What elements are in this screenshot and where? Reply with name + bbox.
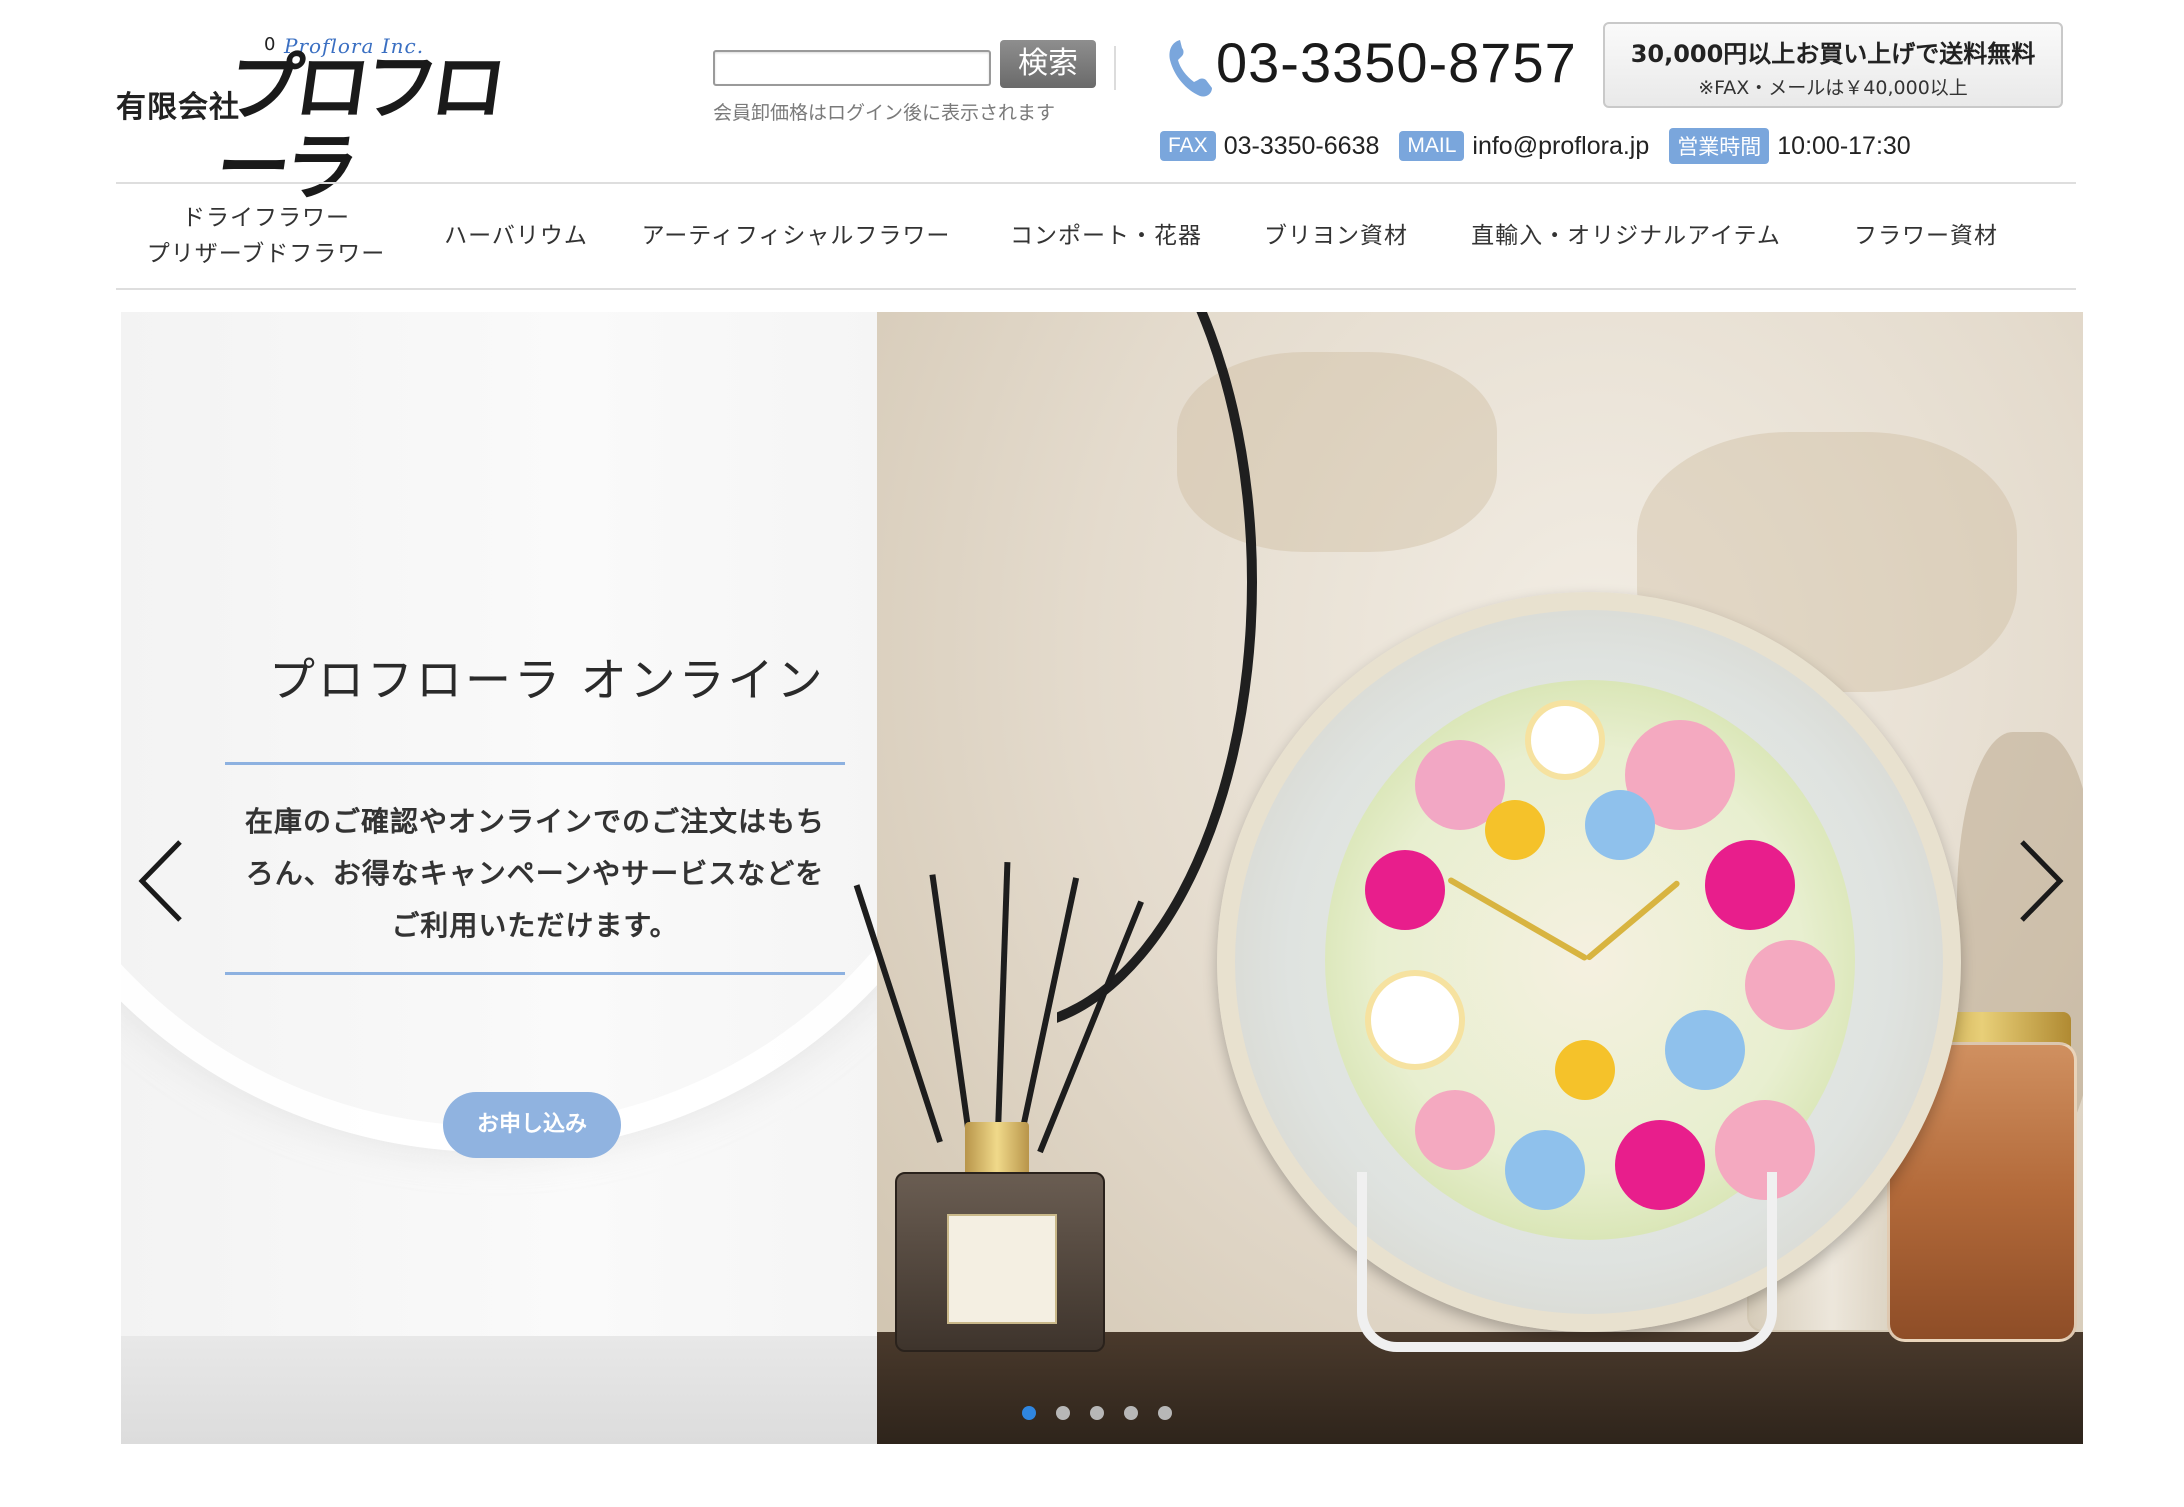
reed-diffuser xyxy=(895,1172,1105,1352)
mail-address[interactable]: info@proflora.jp xyxy=(1472,132,1649,161)
chevron-left-icon[interactable] xyxy=(134,836,194,926)
search-input[interactable] xyxy=(713,50,991,86)
fax-number: 03-3350-6638 xyxy=(1223,131,1380,160)
flower-bloom xyxy=(1555,1040,1615,1100)
nav-item-compote-vase[interactable]: コンポート・花器 xyxy=(976,184,1236,288)
nav-item-herbarium[interactable]: ハーバリウム xyxy=(416,184,616,288)
flower-bloom xyxy=(1415,1090,1495,1170)
hero-photo xyxy=(853,312,2083,1444)
site-header: 有限会社 0 Proflora Inc. プロフローラ 検索 会員卸価格はログイ… xyxy=(0,0,2184,211)
free-shipping-main: 30,000円以上お買い上げで送料無料 xyxy=(1630,40,2036,68)
hero-description-line: ご利用いただけます。 xyxy=(391,909,679,942)
nav-item-label: ハーバリウム xyxy=(444,223,588,249)
hero-description-line: ろん、お得なキャンペーンやサービスなどを xyxy=(245,857,825,890)
nav-item-label: プリザーブドフラワー xyxy=(146,241,386,267)
free-shipping-notice: 30,000円以上お買い上げで送料無料 ※FAX・メールは￥40,000以上 xyxy=(1603,22,2063,108)
nav-item-dried-preserved[interactable]: ドライフラワー プリザーブドフラワー xyxy=(116,184,416,288)
hero-slider: プロフローラ オンライン 在庫のご確認やオンラインでのご注文はもち ろん、お得な… xyxy=(121,312,2083,1444)
flower-bloom xyxy=(1705,840,1795,930)
flower-bloom xyxy=(1365,970,1465,1070)
header-divider xyxy=(1114,46,1116,90)
flower-bloom xyxy=(1365,850,1445,930)
slider-dot[interactable] xyxy=(1090,1406,1104,1420)
diffuser-label xyxy=(947,1214,1057,1324)
flower-bloom xyxy=(1665,1010,1745,1090)
hero-description: 在庫のご確認やオンラインでのご注文はもち ろん、お得なキャンペーンやサービスなど… xyxy=(225,796,845,952)
clock-hand xyxy=(1446,876,1589,962)
clock-hand xyxy=(1585,879,1681,962)
shelf-decoration xyxy=(121,1336,877,1444)
nav-item-label: コンポート・花器 xyxy=(1010,223,1202,249)
nav-item-artificial-flower[interactable]: アーティフィシャルフラワー xyxy=(616,184,976,288)
flower-bloom xyxy=(1525,700,1605,780)
logo-company-prefix: 有限会社 xyxy=(116,90,240,125)
chevron-right-icon[interactable] xyxy=(2008,836,2068,926)
hero-title: プロフローラ オンライン xyxy=(269,653,826,707)
contact-info: FAX 03-3350-6638 MAIL info@proflora.jp 営… xyxy=(1160,128,1931,164)
search-button[interactable]: 検索 xyxy=(1000,40,1096,88)
free-shipping-sub: ※FAX・メールは￥40,000以上 xyxy=(1698,77,1968,99)
diffuser-cap xyxy=(965,1122,1029,1178)
nav-item-flower-materials[interactable]: フラワー資材 xyxy=(1816,184,2036,288)
mail-tag: MAIL xyxy=(1399,131,1465,161)
flower-bloom xyxy=(1585,790,1655,860)
nav-item-label: フラワー資材 xyxy=(1854,223,1998,249)
diffuser-reed xyxy=(995,862,1011,1133)
nav-item-label: ブリヨン資材 xyxy=(1264,223,1408,249)
nav-item-bouillon-materials[interactable]: ブリヨン資材 xyxy=(1236,184,1436,288)
hours-tag: 営業時間 xyxy=(1669,128,1770,164)
slider-dot[interactable] xyxy=(1056,1406,1070,1420)
slider-pagination xyxy=(1022,1406,1172,1420)
site-logo[interactable]: 有限会社 0 Proflora Inc. プロフローラ xyxy=(114,30,506,211)
member-price-note: 会員卸価格はログイン後に表示されます xyxy=(713,102,1056,124)
plate-stand xyxy=(1357,1172,1777,1352)
hero-rule-bottom xyxy=(225,972,845,975)
business-hours: 10:00-17:30 xyxy=(1777,131,1911,160)
nav-item-import-original[interactable]: 直輸入・オリジナルアイテム xyxy=(1436,184,1816,288)
nav-item-label: ドライフラワー xyxy=(182,205,350,231)
hero-description-line: 在庫のご確認やオンラインでのご注文はもち xyxy=(244,805,825,838)
phone-icon xyxy=(1169,40,1212,97)
flower-bloom xyxy=(1485,800,1545,860)
flower-bloom xyxy=(1745,940,1835,1030)
slider-dot[interactable] xyxy=(1022,1406,1036,1420)
fax-tag: FAX xyxy=(1160,131,1216,161)
phone-number[interactable]: 03-3350-8757 xyxy=(1216,30,1577,95)
diffuser-reed xyxy=(929,874,973,1143)
slider-dot[interactable] xyxy=(1124,1406,1138,1420)
hero-rule-top xyxy=(225,762,845,765)
flower-wreath xyxy=(1325,680,1855,1240)
nav-item-label: アーティフィシャルフラワー xyxy=(641,223,951,249)
nav-item-label: 直輸入・オリジナルアイテム xyxy=(1471,223,1781,249)
main-nav: ドライフラワー プリザーブドフラワー ハーバリウム アーティフィシャルフラワー … xyxy=(116,182,2076,290)
apply-button[interactable]: お申し込み xyxy=(443,1092,621,1158)
slider-dot[interactable] xyxy=(1158,1406,1172,1420)
